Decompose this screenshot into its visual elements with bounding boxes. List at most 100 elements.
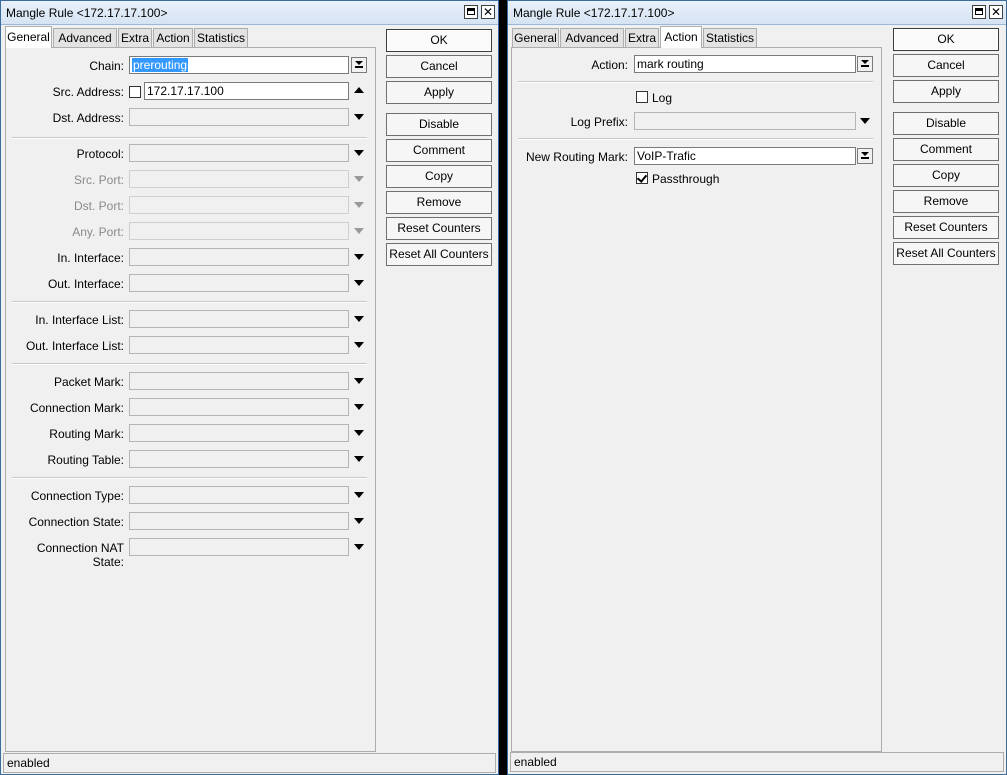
log-prefix-input[interactable] [634, 112, 856, 130]
status-bar: enabled [3, 753, 496, 773]
tab-extra[interactable]: Extra [625, 28, 659, 47]
out-interface-list-input[interactable] [129, 336, 349, 354]
general-panel: Chain: prerouting Src. Address: 172.17.1… [5, 47, 376, 752]
status-text: enabled [514, 755, 557, 769]
connection-state-input[interactable] [129, 512, 349, 530]
disable-button[interactable]: Disable [893, 112, 999, 135]
dropdown-arrow-icon[interactable] [354, 518, 364, 524]
dropdown-arrow-icon[interactable] [354, 280, 364, 286]
title-bar[interactable]: Mangle Rule <172.17.17.100> ✕ [1, 1, 498, 25]
apply-button[interactable]: Apply [893, 80, 999, 103]
src-address-negate-checkbox[interactable] [129, 86, 141, 98]
dropdown-arrow-icon[interactable] [354, 456, 364, 462]
passthrough-label: Passthrough [652, 172, 720, 186]
tab-advanced[interactable]: Advanced [53, 28, 117, 47]
routing-mark-input[interactable] [129, 424, 349, 442]
reset-counters-button[interactable]: Reset Counters [386, 217, 492, 240]
dst-port-input[interactable] [129, 196, 349, 214]
ok-button[interactable]: OK [386, 29, 492, 52]
passthrough-checkbox[interactable] [636, 172, 648, 184]
dropdown-arrow-icon[interactable] [354, 492, 364, 498]
routing-table-input[interactable] [129, 450, 349, 468]
ok-button[interactable]: OK [893, 28, 999, 51]
connection-state-label: Connection State: [28, 515, 124, 529]
dropdown-arrow-icon[interactable] [354, 254, 364, 260]
maximize-icon[interactable] [464, 5, 478, 19]
dropdown-arrow-icon[interactable] [354, 228, 364, 234]
dropdown-arrow-icon[interactable] [354, 114, 364, 120]
dropdown-arrow-icon[interactable] [354, 378, 364, 384]
dropdown-arrow-icon[interactable] [354, 430, 364, 436]
reset-counters-button[interactable]: Reset Counters [893, 216, 999, 239]
dropdown-arrow-icon[interactable] [354, 202, 364, 208]
cancel-button[interactable]: Cancel [893, 54, 999, 77]
out-interface-label: Out. Interface: [47, 277, 124, 291]
divider [12, 137, 367, 139]
in-interface-input[interactable] [129, 248, 349, 266]
tab-advanced[interactable]: Advanced [560, 28, 624, 47]
dropdown-arrow-icon[interactable] [354, 150, 364, 156]
dropdown-arrow-icon[interactable] [354, 404, 364, 410]
out-interface-list-label: Out. Interface List: [25, 339, 124, 353]
packet-mark-label: Packet Mark: [53, 375, 124, 389]
dropdown-arrow-icon[interactable] [354, 544, 364, 550]
tab-extra[interactable]: Extra [118, 28, 152, 47]
tab-action[interactable]: Action [660, 26, 702, 48]
close-icon[interactable]: ✕ [989, 5, 1003, 19]
log-checkbox[interactable] [636, 91, 648, 103]
any-port-input[interactable] [129, 222, 349, 240]
dropdown-arrow-icon[interactable] [354, 316, 364, 322]
action-panel: Action: mark routing Log Log Prefix: New… [511, 47, 882, 752]
tab-action[interactable]: Action [153, 28, 193, 47]
disable-button[interactable]: Disable [386, 113, 492, 136]
tab-general[interactable]: General [5, 26, 52, 48]
tab-statistics[interactable]: Statistics [194, 28, 248, 47]
connection-mark-input[interactable] [129, 398, 349, 416]
log-label: Log [652, 91, 673, 105]
dst-port-label: Dst. Port: [73, 199, 124, 213]
action-select[interactable]: mark routing [634, 55, 856, 73]
tab-general[interactable]: General [512, 28, 559, 47]
remove-button[interactable]: Remove [893, 190, 999, 213]
copy-button[interactable]: Copy [893, 164, 999, 187]
cancel-button[interactable]: Cancel [386, 55, 492, 78]
chain-dropdown-icon[interactable] [351, 57, 367, 73]
window-title: Mangle Rule <172.17.17.100> [6, 6, 168, 20]
comment-button[interactable]: Comment [386, 139, 492, 162]
src-port-input[interactable] [129, 170, 349, 188]
checkmark-icon [636, 172, 648, 183]
tab-statistics[interactable]: Statistics [703, 28, 757, 47]
chain-input[interactable]: prerouting [129, 56, 349, 74]
out-interface-input[interactable] [129, 274, 349, 292]
in-interface-list-input[interactable] [129, 310, 349, 328]
new-routing-mark-input[interactable]: VoIP-Trafic [634, 147, 856, 165]
reset-all-counters-button[interactable]: Reset All Counters [893, 242, 999, 265]
connection-type-input[interactable] [129, 486, 349, 504]
new-routing-mark-label: New Routing Mark: [525, 150, 628, 164]
protocol-label: Protocol: [76, 147, 124, 161]
divider [12, 477, 367, 479]
packet-mark-input[interactable] [129, 372, 349, 390]
dst-address-input[interactable] [129, 108, 349, 126]
dropdown-arrow-icon[interactable] [860, 118, 870, 124]
src-address-input[interactable]: 172.17.17.100 [144, 82, 349, 100]
reset-all-counters-button[interactable]: Reset All Counters [386, 243, 492, 266]
dropdown-arrow-icon[interactable] [354, 176, 364, 182]
collapse-arrow-icon[interactable] [354, 87, 364, 93]
comment-button[interactable]: Comment [893, 138, 999, 161]
protocol-input[interactable] [129, 144, 349, 162]
src-address-value: 172.17.17.100 [147, 84, 224, 98]
new-routing-mark-dropdown-icon[interactable] [857, 148, 873, 164]
dropdown-arrow-icon[interactable] [354, 342, 364, 348]
src-port-label: Src. Port: [73, 173, 124, 187]
close-icon[interactable]: ✕ [481, 5, 495, 19]
apply-button[interactable]: Apply [386, 81, 492, 104]
remove-button[interactable]: Remove [386, 191, 492, 214]
action-dropdown-icon[interactable] [857, 56, 873, 72]
maximize-icon[interactable] [972, 5, 986, 19]
log-prefix-label: Log Prefix: [570, 115, 628, 129]
connection-nat-state-input[interactable] [129, 538, 349, 556]
title-bar[interactable]: Mangle Rule <172.17.17.100> ✕ [508, 1, 1006, 25]
status-bar: enabled [510, 752, 1004, 772]
copy-button[interactable]: Copy [386, 165, 492, 188]
